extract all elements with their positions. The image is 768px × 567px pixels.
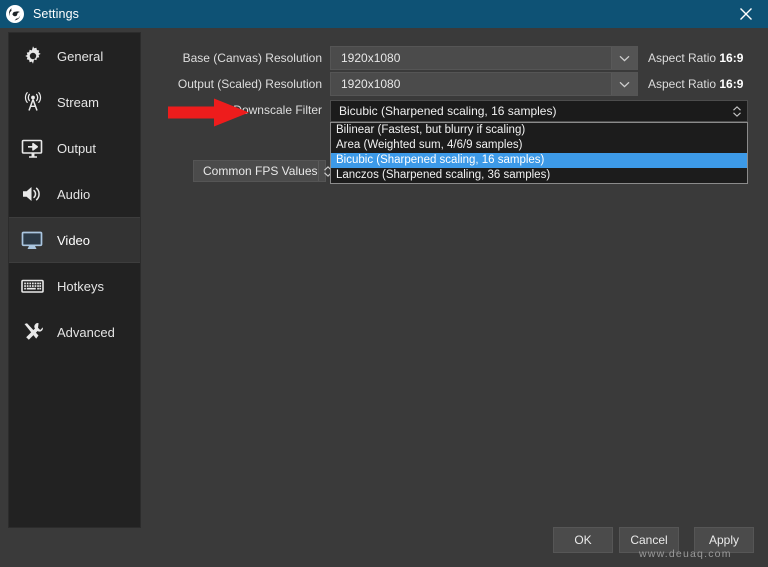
output-resolution-label: Output (Scaled) Resolution [177,77,322,91]
base-resolution-value: 1920x1080 [341,51,401,65]
close-icon[interactable] [724,0,768,28]
chevron-down-icon[interactable] [611,73,637,95]
dropdown-option-area[interactable]: Area (Weighted sum, 4/6/9 samples) [331,138,747,153]
base-resolution-label: Base (Canvas) Resolution [182,51,322,65]
sidebar-item-stream[interactable]: Stream [9,79,140,125]
window-title: Settings [33,7,79,21]
ok-button[interactable]: OK [553,527,613,553]
base-resolution-row: Base (Canvas) Resolution 1920x1080 Aspec… [150,46,760,70]
sidebar-item-output[interactable]: Output [9,125,140,171]
sidebar-item-hotkeys[interactable]: Hotkeys [9,263,140,309]
sidebar-item-label: Video [57,232,91,248]
output-aspect-prefix: Aspect Ratio [648,77,720,91]
sidebar-item-general[interactable]: General [9,33,140,79]
downscale-filter-value: Bicubic (Sharpened scaling, 16 samples) [339,104,557,118]
sidebar-item-label: Hotkeys [57,278,104,294]
chevron-down-icon[interactable] [611,47,637,69]
sidebar-item-label: General [57,48,104,64]
downscale-filter-label: Downscale Filter [233,103,322,117]
output-resolution-value: 1920x1080 [341,77,401,91]
monitor-arrow-icon [19,134,47,162]
output-resolution-combobox[interactable]: 1920x1080 [330,72,638,96]
tools-icon [19,318,47,346]
keyboard-icon [19,272,47,300]
monitor-icon [19,226,47,254]
downscale-filter-row: Downscale Filter [150,98,330,122]
common-fps-values-combobox[interactable]: Common FPS Values [193,160,332,182]
output-aspect-ratio: Aspect Ratio 16:9 [648,77,743,91]
downscale-filter-combobox[interactable]: Bicubic (Sharpened scaling, 16 samples) [330,100,748,122]
sidebar-item-audio[interactable]: Audio [9,171,140,217]
dropdown-option-bilinear[interactable]: Bilinear (Fastest, but blurry if scaling… [331,123,747,138]
broadcast-icon [19,88,47,116]
speaker-icon [19,180,47,208]
sidebar-item-label: Advanced [57,324,115,340]
common-fps-values-label: Common FPS Values [203,164,318,178]
watermark-text: www.deuaq.com [639,548,732,560]
downscale-filter-dropdown-list[interactable]: Bilinear (Fastest, but blurry if scaling… [330,122,748,184]
dropdown-option-lanczos[interactable]: Lanczos (Sharpened scaling, 36 samples) [331,168,747,183]
sidebar-item-video[interactable]: Video [9,217,140,263]
obs-logo-icon [5,4,25,24]
base-aspect-value: 16:9 [719,51,744,65]
title-bar: Settings [0,0,768,28]
dropdown-option-bicubic[interactable]: Bicubic (Sharpened scaling, 16 samples) [331,153,747,168]
sidebar: General Stream Output Audio Video Hotkey… [8,32,141,528]
base-aspect-prefix: Aspect Ratio [648,51,720,65]
sidebar-item-advanced[interactable]: Advanced [9,309,140,355]
base-resolution-combobox[interactable]: 1920x1080 [330,46,638,70]
base-aspect-ratio: Aspect Ratio 16:9 [648,51,743,65]
sidebar-item-label: Output [57,140,97,156]
sidebar-item-label: Stream [57,94,99,110]
output-aspect-value: 16:9 [719,77,744,91]
sidebar-item-label: Audio [57,186,91,202]
settings-window: Settings General Stream Output Audio Vid… [0,0,768,567]
video-settings-panel: Base (Canvas) Resolution 1920x1080 Aspec… [150,32,760,519]
output-resolution-row: Output (Scaled) Resolution 1920x1080 Asp… [150,72,760,96]
gear-icon [19,42,47,70]
chevron-up-down-icon[interactable] [727,105,747,118]
